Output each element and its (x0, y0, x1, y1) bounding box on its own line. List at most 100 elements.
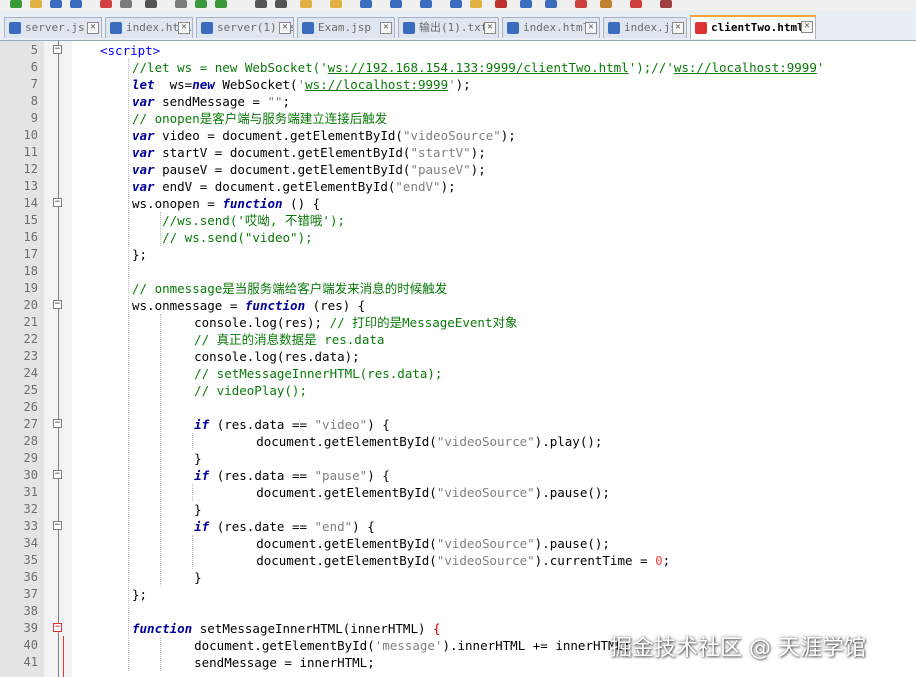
code-line[interactable]: 25 // videoPlay(); (24, 382, 916, 399)
code-area[interactable]: 5 − <script> 6//let ws = new WebSocket('ws:… (24, 41, 916, 677)
code-line[interactable]: 21 console.log(res); // 打印的是MessageEvent… (24, 314, 916, 331)
toolbar-icon[interactable] (390, 0, 402, 8)
code-token: ) { (367, 468, 390, 483)
code-line[interactable]: 17}; (24, 246, 916, 263)
tab-2[interactable]: server(1).js ✕ (196, 17, 294, 38)
tab-close-icon[interactable]: ✕ (801, 21, 813, 33)
toolbar-icon[interactable] (100, 0, 112, 8)
tab-close-icon[interactable]: ✕ (484, 22, 496, 34)
toolbar-icon[interactable] (575, 0, 587, 8)
tab-label: server.js (25, 21, 85, 34)
tab-7[interactable]: clientTwo.html ✕ (690, 15, 816, 39)
line-number: 5 (30, 43, 38, 57)
code-line[interactable]: 22 // 真正的消息数据是 res.data (24, 331, 916, 348)
fold-toggle-icon[interactable]: − (53, 623, 62, 632)
code-line[interactable]: 36 } (24, 569, 916, 586)
toolbar-icon[interactable] (330, 0, 342, 8)
code-line[interactable]: 8 var sendMessage = ""; (31, 93, 916, 110)
code-line[interactable]: 32 } (24, 501, 916, 518)
code-line[interactable]: 11 var startV = document.getElementById("… (24, 144, 916, 161)
tab-close-icon[interactable]: ✕ (380, 22, 392, 34)
code-line[interactable]: 5 − <script> (31, 42, 916, 59)
code-line[interactable]: 7 let ws=new WebSocket('ws://localhost:99… (31, 76, 916, 93)
line-number: 23 (23, 349, 38, 363)
code-line[interactable]: 33 − if (res.date == "end") { (24, 518, 916, 535)
line-number: 8 (30, 94, 38, 108)
tab-close-icon[interactable]: ✕ (178, 22, 190, 34)
toolbar-icon[interactable] (145, 0, 157, 8)
line-number: 11 (23, 145, 38, 159)
code-line[interactable]: 9 // onopen是客户端与服务端建立连接后触发 (31, 110, 916, 127)
toolbar-icon[interactable] (120, 0, 132, 8)
fold-toggle-icon[interactable]: − (53, 419, 62, 428)
toolbar-icon[interactable] (70, 0, 82, 8)
code-line[interactable]: 35 document.getElementById("videoSource"… (24, 552, 916, 569)
tab-close-icon[interactable]: ✕ (87, 22, 99, 34)
toolbar-icon[interactable] (275, 0, 287, 8)
toolbar-icon[interactable] (50, 0, 62, 8)
tab-5[interactable]: index.html ✕ (502, 17, 600, 38)
code-line[interactable]: 18 (24, 263, 916, 280)
code-line[interactable]: 14 − ws.onopen = function () { (24, 195, 916, 212)
fold-toggle-icon[interactable]: − (53, 198, 62, 207)
fold-toggle-icon[interactable]: − (53, 300, 62, 309)
tab-close-icon[interactable]: ✕ (672, 22, 684, 34)
toolbar-icon[interactable] (520, 0, 532, 8)
code-token: // 打印的是MessageEvent对象 (329, 315, 518, 330)
code-text: //ws.send('哎呦, 不错哦'); (132, 212, 345, 229)
fold-toggle-icon[interactable]: − (53, 470, 62, 479)
toolbar-icon[interactable] (660, 0, 672, 8)
toolbar-icon[interactable] (195, 0, 207, 8)
code-line[interactable]: 31 document.getElementById("videoSource"… (24, 484, 916, 501)
code-line[interactable]: 23 console.log(res.data); (24, 348, 916, 365)
toolbar-icon[interactable] (545, 0, 557, 8)
tab-6[interactable]: index.js ✕ (603, 17, 687, 38)
toolbar-icon[interactable] (470, 0, 482, 8)
toolbar-icon[interactable] (255, 0, 267, 8)
toolbar-icon[interactable] (30, 0, 42, 8)
code-line[interactable]: 10 var video = document.getElementById("v… (24, 127, 916, 144)
code-line[interactable]: 37}; (24, 586, 916, 603)
code-line[interactable]: 27 − if (res.data == "video") { (24, 416, 916, 433)
indent-guide (160, 212, 161, 246)
toolbar-icon[interactable] (175, 0, 187, 8)
fold-toggle-icon[interactable]: − (53, 45, 62, 54)
line-number: 21 (23, 315, 38, 329)
code-text: if (res.data == "video") { (164, 416, 390, 433)
code-text: <script> (100, 42, 160, 59)
toolbar-icon[interactable] (630, 0, 642, 8)
tab-0[interactable]: server.js ✕ (4, 17, 102, 38)
toolbar-icon[interactable] (10, 0, 22, 8)
code-line[interactable]: 15 //ws.send('哎呦, 不错哦'); (24, 212, 916, 229)
code-line[interactable]: 28 document.getElementById("videoSource"… (24, 433, 916, 450)
code-line[interactable]: 13 var endV = document.getElementById("en… (24, 178, 916, 195)
toolbar-icon[interactable] (600, 0, 612, 8)
code-line[interactable]: 29 } (24, 450, 916, 467)
fold-toggle-icon[interactable]: − (53, 521, 62, 530)
code-line[interactable]: 16 // ws.send("video"); (24, 229, 916, 246)
code-line[interactable]: 6 //let ws = new WebSocket('ws://192.168.… (31, 59, 916, 76)
code-token: ) { (367, 417, 390, 432)
code-line[interactable]: 12 var pauseV = document.getElementById("… (24, 161, 916, 178)
tab-3[interactable]: Exam.jsp ✕ (297, 17, 395, 38)
tab-close-icon[interactable]: ✕ (279, 22, 291, 34)
code-token: function (132, 621, 193, 636)
code-line[interactable]: 19 // onmessage是当服务端给客户端发来消息的时候触发 (24, 280, 916, 297)
tab-close-icon[interactable]: ✕ (585, 22, 597, 34)
toolbar-icon[interactable] (420, 0, 432, 8)
code-line[interactable]: 30 − if (res.data == "pause") { (24, 467, 916, 484)
code-token: function (244, 298, 306, 313)
tab-1[interactable]: index.html ✕ (105, 17, 193, 38)
code-editor[interactable]: 5 − <script> 6//let ws = new WebSocket('ws:… (0, 41, 916, 677)
toolbar-icon[interactable] (300, 0, 312, 8)
code-line[interactable]: 34 document.getElementById("videoSource"… (24, 535, 916, 552)
code-line[interactable]: 38 (24, 603, 916, 620)
toolbar-icon[interactable] (360, 0, 372, 8)
toolbar-icon[interactable] (495, 0, 507, 8)
tab-4[interactable]: 输出(1).txt ✕ (398, 17, 499, 38)
code-line[interactable]: 20 − ws.onmessage = function (res) { (24, 297, 916, 314)
toolbar-icon[interactable] (450, 0, 462, 8)
toolbar-icon[interactable] (215, 0, 227, 8)
code-line[interactable]: 26 (24, 399, 916, 416)
code-line[interactable]: 24 // setMessageInnerHTML(res.data); (24, 365, 916, 382)
